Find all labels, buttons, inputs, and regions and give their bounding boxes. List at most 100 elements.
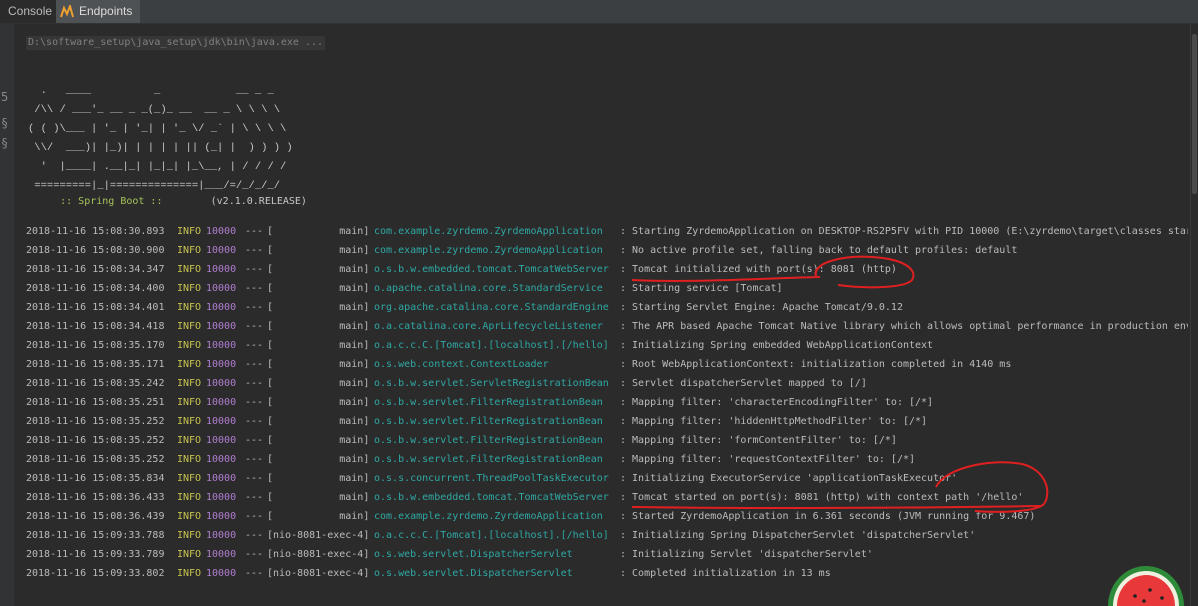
log-message: : Mapping filter: 'hiddenHttpMethodFilte… [620,416,928,427]
separator: --- [245,245,264,256]
process-id: 10000 [206,549,237,560]
logger-name: o.a.c.c.C.[Tomcat].[localhost].[/hello] [374,530,609,541]
process-id: 10000 [206,226,237,237]
thread-name: [nio-8081-exec-4] [267,549,370,560]
process-id: 10000 [206,397,237,408]
thread-name: [ main] [267,283,370,294]
tab-endpoints[interactable]: Endpoints [56,0,140,23]
logger-name: com.example.zyrdemo.ZyrdemoApplication [374,245,603,256]
process-id: 10000 [206,511,237,522]
log-level: INFO [177,340,202,351]
log-level: INFO [177,264,202,275]
log-level: INFO [177,511,202,522]
process-id: 10000 [206,264,237,275]
logger-name: o.s.b.w.servlet.ServletRegistrationBean [374,378,609,389]
vertical-scrollbar[interactable] [1190,24,1198,606]
thread-name: [ main] [267,378,370,389]
timestamp: 2018-11-16 15:09:33.802 [26,568,165,579]
log-message: : Root WebApplicationContext: initializa… [620,359,1012,370]
separator: --- [245,264,264,275]
logger-name: com.example.zyrdemo.ZyrdemoApplication [374,511,603,522]
separator: --- [245,568,264,579]
log-message: : Initializing Spring DispatcherServlet … [620,530,976,541]
timestamp: 2018-11-16 15:08:36.439 [26,511,165,522]
log-level: INFO [177,473,202,484]
log-message: : Servlet dispatcherServlet mapped to [/… [620,378,867,389]
console-gutter: 5 § § [0,24,14,606]
process-id: 10000 [206,416,237,427]
separator: --- [245,473,264,484]
log-message: : Starting Servlet Engine: Apache Tomcat… [620,302,903,313]
endpoints-icon [60,5,74,18]
process-id: 10000 [206,321,237,332]
console-output[interactable]: D:\software_setup\java_setup\jdk\bin\jav… [26,24,1188,606]
scrollbar-thumb[interactable] [1192,34,1197,194]
separator: --- [245,397,264,408]
logger-name: o.s.b.w.servlet.FilterRegistrationBean [374,435,603,446]
tool-window-tabbar: Console Endpoints [0,0,1198,24]
timestamp: 2018-11-16 15:08:34.418 [26,321,165,332]
log-level: INFO [177,359,202,370]
thread-name: [ main] [267,492,370,503]
timestamp: 2018-11-16 15:09:33.789 [26,549,165,560]
log-level: INFO [177,283,202,294]
thread-name: [ main] [267,226,370,237]
thread-name: [nio-8081-exec-4] [267,530,370,541]
spring-boot-version: (v2.1.0.RELEASE) [168,196,307,207]
timestamp: 2018-11-16 15:08:34.400 [26,283,165,294]
process-id: 10000 [206,473,237,484]
separator: --- [245,435,264,446]
log-level: INFO [177,568,202,579]
separator: --- [245,530,264,541]
timestamp: 2018-11-16 15:08:35.834 [26,473,165,484]
logger-name: o.s.web.context.ContextLoader [374,359,549,370]
gutter-glyph: § [1,116,9,130]
log-message: : Initializing Spring embedded WebApplic… [620,340,934,351]
process-id: 10000 [206,283,237,294]
logger-name: o.s.web.servlet.DispatcherServlet [374,549,573,560]
tab-endpoints-label: Endpoints [79,4,133,18]
timestamp: 2018-11-16 15:08:35.171 [26,359,165,370]
thread-name: [ main] [267,435,370,446]
log-message: : The APR based Apache Tomcat Native lib… [620,321,1188,332]
log-message: : Starting service [Tomcat] [620,283,783,294]
logger-name: o.s.b.w.servlet.FilterRegistrationBean [374,454,603,465]
separator: --- [245,378,264,389]
log-level: INFO [177,397,202,408]
log-level: INFO [177,416,202,427]
log-level: INFO [177,435,202,446]
thread-name: [ main] [267,321,370,332]
timestamp: 2018-11-16 15:08:35.252 [26,435,165,446]
gutter-glyph: 5 [1,90,9,104]
command-line[interactable]: D:\software_setup\java_setup\jdk\bin\jav… [26,36,326,50]
logger-name: o.s.b.w.embedded.tomcat.TomcatWebServer [374,264,609,275]
log-level: INFO [177,321,202,332]
thread-name: [ main] [267,264,370,275]
log-message: : No active profile set, falling back to… [620,245,1018,256]
tab-console-label: Console [8,4,53,18]
process-id: 10000 [206,378,237,389]
logger-name: o.apache.catalina.core.StandardService [374,283,603,294]
log-message: : Mapping filter: 'characterEncodingFilt… [620,397,934,408]
tab-console[interactable]: Console [0,0,56,23]
separator: --- [245,340,264,351]
spring-boot-tag: :: Spring Boot :: [54,196,169,207]
thread-name: [ main] [267,359,370,370]
spring-boot-version-line: :: Spring Boot :: (v2.1.0.RELEASE) [30,185,307,218]
timestamp: 2018-11-16 15:08:35.251 [26,397,165,408]
process-id: 10000 [206,245,237,256]
process-id: 10000 [206,359,237,370]
separator: --- [245,454,264,465]
log-level: INFO [177,245,202,256]
logger-name: o.s.b.w.servlet.FilterRegistrationBean [374,397,603,408]
spring-banner: . ____ _ __ _ _ /\\ / ___'_ __ _ _(_)_ _… [28,85,293,192]
thread-name: [ main] [267,302,370,313]
log-message: : Mapping filter: 'formContentFilter' to… [620,435,897,446]
logger-name: o.a.c.c.C.[Tomcat].[localhost].[/hello] [374,340,609,351]
log-message: : Starting ZyrdemoApplication on DESKTOP… [620,226,1188,237]
timestamp: 2018-11-16 15:08:30.900 [26,245,165,256]
thread-name: [ main] [267,473,370,484]
process-id: 10000 [206,435,237,446]
separator: --- [245,283,264,294]
log-level: INFO [177,454,202,465]
